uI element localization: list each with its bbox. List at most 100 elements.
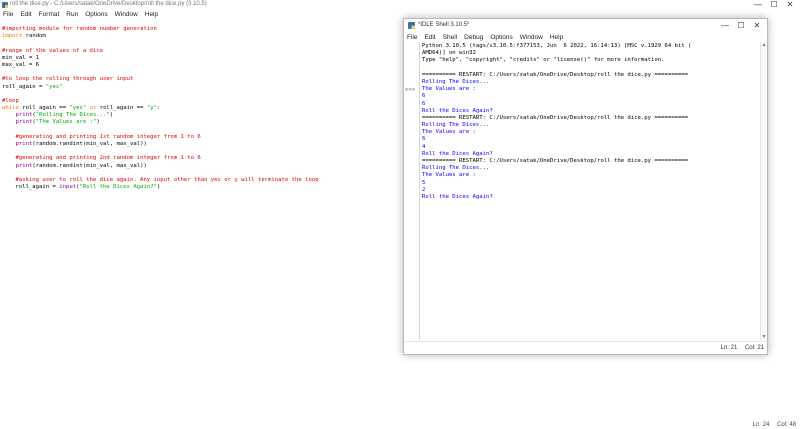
code-line: #generating and printing 2nd random inte… — [2, 155, 402, 162]
code-token: "Rolling The Dices..." — [35, 112, 110, 119]
code-line: print("The Values are :") — [2, 119, 402, 126]
shell-menubar: File Edit Shell Debug Options Window Hel… — [404, 33, 767, 42]
code-line: while roll_again == "yes" or roll_again … — [2, 105, 402, 112]
shell-line: ========== RESTART: C:/Users/satak/OneDr… — [422, 158, 689, 164]
code-token: "Roll the Dices Again?" — [79, 184, 157, 191]
code-token: ) — [156, 184, 161, 191]
code-token: print — [15, 162, 33, 169]
editor-titlebar: roll the dice.py - C:/Users/satak/OneDri… — [0, 0, 800, 10]
scroll-up-arrow-icon[interactable]: ▲ — [761, 42, 767, 48]
shell-output-area[interactable]: >>> Python 3.10.5 (tags/v3.10.5:f377153,… — [404, 42, 767, 340]
editor-code-area[interactable]: #importing module for random number gene… — [2, 26, 402, 191]
shell-window-controls: — ☐ ✕ — [717, 21, 765, 30]
code-token: : — [156, 105, 161, 112]
code-token: "The Values are :" — [35, 119, 97, 126]
shell-line: ========== RESTART: C:/Users/satak/OneDr… — [422, 71, 689, 78]
shell-line: 4 — [422, 143, 426, 150]
maximize-button[interactable]: ☐ — [766, 0, 782, 9]
code-line: #range of the values of a dice — [2, 48, 402, 55]
code-line: roll_again = input("Roll the Dices Again… — [2, 184, 402, 191]
code-token: #importing module for random number gene… — [2, 26, 157, 32]
code-line: min_val = 1 — [2, 55, 402, 62]
shell-line: The Values are : — [422, 86, 476, 93]
code-token: roll_again == — [96, 105, 147, 112]
menu-run[interactable]: Run — [66, 10, 78, 20]
code-token: #range of the values of a dice — [2, 47, 104, 54]
code-token: ) — [96, 119, 100, 126]
menu-options[interactable]: Options — [85, 10, 107, 20]
shell-line: 6 — [422, 136, 426, 143]
menu-file[interactable]: File — [407, 33, 417, 42]
menu-window[interactable]: Window — [520, 33, 543, 42]
code-line: print(random.randint(min_val, max_val)) — [2, 163, 402, 170]
shell-line: AMD64)] on win32 — [422, 50, 476, 57]
shell-statusbar: Ln: 21 Col: 21 — [404, 341, 767, 354]
editor-col-indicator: Col: 48 — [776, 422, 796, 428]
close-button[interactable]: ✕ — [782, 0, 798, 9]
code-token: max_val = 6 — [2, 61, 40, 68]
menu-format[interactable]: Format — [39, 10, 60, 20]
code-token: ) — [109, 112, 114, 119]
shell-window-title: *IDLE Shell 3.10.5* — [418, 22, 470, 28]
editor-menubar: File Edit Format Run Options Window Help — [0, 10, 158, 20]
menu-edit[interactable]: Edit — [424, 33, 435, 42]
minimize-button[interactable]: — — [750, 0, 766, 9]
shell-prompt-gutter: >>> — [404, 42, 420, 340]
shell-line: The Values are : — [422, 172, 476, 179]
scroll-down-arrow-icon[interactable]: ▼ — [761, 334, 767, 340]
close-button[interactable]: ✕ — [749, 21, 765, 30]
code-token: input — [59, 184, 77, 191]
shell-line: Roll the Dices Again? — [422, 193, 493, 200]
idle-app-icon — [2, 2, 8, 8]
code-token: or — [86, 105, 97, 112]
menu-debug[interactable]: Debug — [464, 33, 483, 42]
code-line: #importing module for random number gene… — [2, 26, 402, 33]
code-token: import — [2, 33, 23, 40]
shell-titlebar: *IDLE Shell 3.10.5* — ☐ ✕ — [404, 19, 767, 33]
code-token: roll_again = — [2, 184, 60, 191]
shell-line-indicator: Ln: 21 — [720, 345, 738, 351]
code-token: #generating and printing 2nd random inte… — [2, 155, 201, 162]
code-token: "y" — [146, 105, 157, 112]
code-token: (random.randint(min_val, max_val)) — [32, 162, 147, 169]
maximize-button[interactable]: ☐ — [733, 21, 749, 30]
menu-file[interactable]: File — [3, 10, 13, 20]
menu-options[interactable]: Options — [490, 33, 512, 42]
code-token: #to loop the rolling through user input — [2, 76, 134, 83]
code-line: max_val = 6 — [2, 62, 402, 69]
code-token: "yes" — [69, 105, 87, 112]
code-line: #asking user to roll the dice again. Any… — [2, 177, 402, 184]
shell-scrollbar[interactable]: ▲ ▼ — [760, 42, 767, 340]
code-line: #to loop the rolling through user input — [2, 76, 402, 83]
editor-statusbar: Ln: 24 Col: 48 — [747, 422, 796, 428]
menu-shell[interactable]: Shell — [443, 33, 457, 42]
code-token: print — [15, 141, 33, 147]
code-token: print — [15, 119, 33, 126]
menu-help[interactable]: Help — [145, 10, 158, 20]
menu-help[interactable]: Help — [550, 33, 563, 42]
menu-window[interactable]: Window — [115, 10, 138, 20]
editor-window-controls: — ☐ ✕ — [750, 0, 798, 9]
code-token: min_val = 1 — [2, 54, 40, 61]
shell-line: 6 — [422, 93, 426, 100]
code-token: roll_again == — [18, 105, 70, 112]
shell-line: 6 — [422, 100, 426, 107]
code-token: #generating and printing 1st random inte… — [2, 133, 201, 140]
code-line: roll_again = "yes" — [2, 84, 402, 91]
menu-edit[interactable]: Edit — [20, 10, 31, 20]
idle-app-icon — [408, 22, 415, 29]
code-token: #asking user to roll the dice again. Any… — [2, 176, 319, 183]
shell-text: Python 3.10.5 (tags/v3.10.5:f377153, Jun… — [422, 43, 752, 201]
shell-line: Rolling The Dices... — [422, 165, 490, 172]
code-token: (random.randint(min_val, max_val)) — [32, 141, 147, 147]
code-token: #loop — [2, 97, 19, 104]
minimize-button[interactable]: — — [717, 21, 733, 30]
code-line: #generating and printing 1st random inte… — [2, 134, 402, 141]
